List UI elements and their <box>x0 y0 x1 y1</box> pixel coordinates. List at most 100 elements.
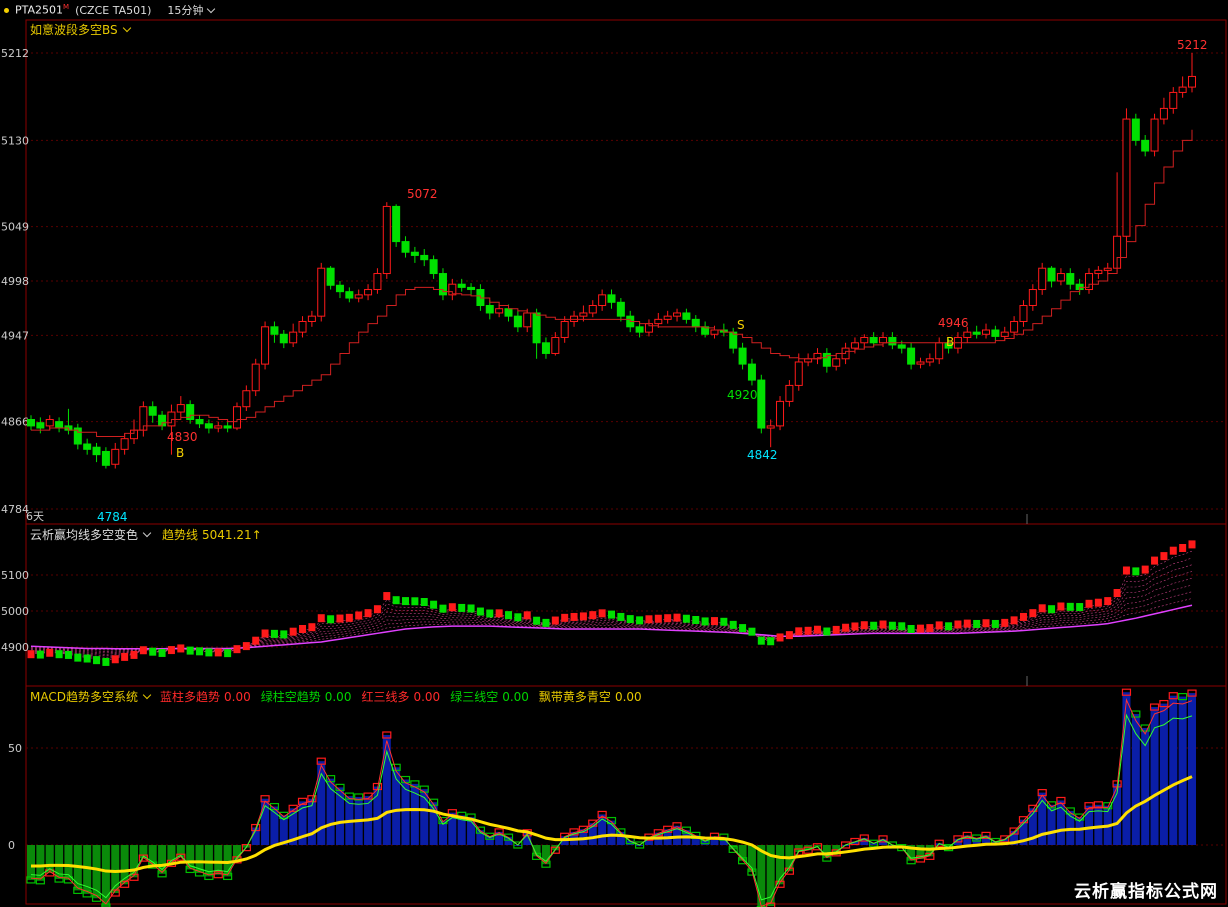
ma-color-block <box>1104 597 1112 606</box>
y-tick-label: 4900 <box>1 641 29 654</box>
panel1-title[interactable]: 如意波段多空BS <box>30 21 131 38</box>
ma-color-block <box>373 605 381 614</box>
ma-color-block <box>701 617 709 626</box>
chevron-down-icon <box>142 528 152 538</box>
legend-green-bar: 绿柱空趋势 <box>260 690 321 704</box>
candle-body <box>429 259 438 275</box>
ma-color-block <box>533 616 541 625</box>
chevron-down-icon <box>142 690 152 700</box>
ma-color-block <box>467 604 475 613</box>
ma-color-block <box>888 621 896 630</box>
price-label-midlow: 4920 <box>727 388 758 402</box>
ma-color-block <box>242 642 250 651</box>
candle-body <box>401 241 410 253</box>
candle-body <box>148 406 157 416</box>
ma-color-block <box>317 614 325 623</box>
ma-color-block <box>1151 556 1159 565</box>
candle-body <box>1028 289 1037 307</box>
ma-color-block <box>420 598 428 606</box>
ma-color-block <box>1179 544 1187 552</box>
candle-body <box>588 305 597 314</box>
ma-color-block <box>692 616 700 624</box>
candle-body <box>251 363 260 392</box>
candle-body <box>1066 273 1075 285</box>
ma-color-block <box>1029 609 1037 618</box>
ma-color-block <box>205 648 213 657</box>
ma-color-block <box>355 611 363 620</box>
ma-color-block <box>916 624 924 633</box>
ma-color-block <box>870 621 878 630</box>
ma-color-block <box>1066 602 1074 611</box>
candle-body <box>354 294 363 299</box>
ma-color-block <box>252 636 260 645</box>
price-label-bottom: 4842 <box>747 448 778 462</box>
watermark-logo: 云析赢指标公式网 <box>1074 882 1218 902</box>
ma-color-block <box>757 636 765 645</box>
sell-signal: S <box>737 318 745 332</box>
ma-color-block <box>963 619 971 628</box>
candle-body <box>83 443 92 450</box>
candle-body <box>167 411 176 427</box>
y-tick-label: 50 <box>8 742 22 755</box>
ma-color-block <box>842 623 850 632</box>
price-label-peak: 5072 <box>407 187 438 201</box>
ma-color-block <box>561 613 569 622</box>
legend-red-lines: 红三线多 <box>361 690 410 704</box>
ma-color-block <box>579 612 587 621</box>
buy-signal: B <box>176 446 184 460</box>
chart-canvas[interactable]: 52125130504949984947486647846天5212507247… <box>0 0 1228 907</box>
ma-color-block <box>55 650 63 659</box>
legend-value: 0.00 <box>413 689 441 704</box>
candle-body <box>317 267 326 317</box>
candle-body <box>691 318 700 328</box>
ma-color-block <box>1094 598 1102 607</box>
panel2-title[interactable]: 云析赢均线多空变色 趋势线 5041.21↑ <box>30 526 262 543</box>
ma-color-block <box>270 629 278 638</box>
panel2-frame <box>25 523 1227 687</box>
candle-body <box>1038 267 1047 291</box>
candle-body <box>897 344 906 349</box>
panel3-title[interactable]: MACD趋势多空系统 蓝柱多趋势 0.00 绿柱空趋势 0.00 红三线多 0.00 … <box>30 688 642 705</box>
ma-color-block <box>729 620 737 629</box>
legend-value: 0.00 <box>224 689 251 704</box>
y-tick-label: 5130 <box>1 134 29 147</box>
candle-body <box>392 205 401 243</box>
y-tick-label: 4998 <box>1 275 29 288</box>
ma-ribbon-line <box>30 550 1193 661</box>
y-tick-label: 5100 <box>1 569 29 582</box>
candle-body <box>785 384 794 402</box>
candle-body <box>607 294 616 303</box>
candle-body <box>570 315 579 322</box>
trend-line <box>31 129 1193 438</box>
ma-color-block <box>111 655 119 664</box>
candle-body <box>654 318 663 325</box>
candle-body <box>673 312 682 317</box>
candle-body <box>55 421 64 429</box>
ma-color-block <box>345 613 353 622</box>
ma-color-block <box>177 644 185 653</box>
ma-color-block <box>74 653 82 662</box>
candle-body <box>1159 107 1168 120</box>
price-label-low: 4784 <box>97 510 128 524</box>
indicator-name: 云析赢均线多空变色 <box>30 528 139 542</box>
candle-body <box>598 294 607 307</box>
candle-body <box>92 446 101 456</box>
candle-body <box>467 286 476 291</box>
candle-body <box>270 326 279 335</box>
legend-ribbon: 飘带黄多青空 <box>538 690 611 704</box>
candle-body <box>869 336 878 344</box>
ma-color-block <box>645 615 653 624</box>
candle-body <box>364 289 373 296</box>
ma-color-block <box>954 620 962 629</box>
ma-color-block <box>233 645 241 654</box>
price-label-buy2: 4946 <box>938 316 969 330</box>
ma-color-block <box>430 600 438 609</box>
ma-color-block <box>327 615 335 624</box>
ma-color-block <box>1019 612 1027 621</box>
ma-color-block <box>308 623 316 632</box>
ma-color-block <box>720 617 728 626</box>
candle-body <box>1188 75 1196 88</box>
ma-color-block <box>1188 540 1196 549</box>
ma-color-block <box>299 625 307 633</box>
candle-body <box>242 390 251 408</box>
